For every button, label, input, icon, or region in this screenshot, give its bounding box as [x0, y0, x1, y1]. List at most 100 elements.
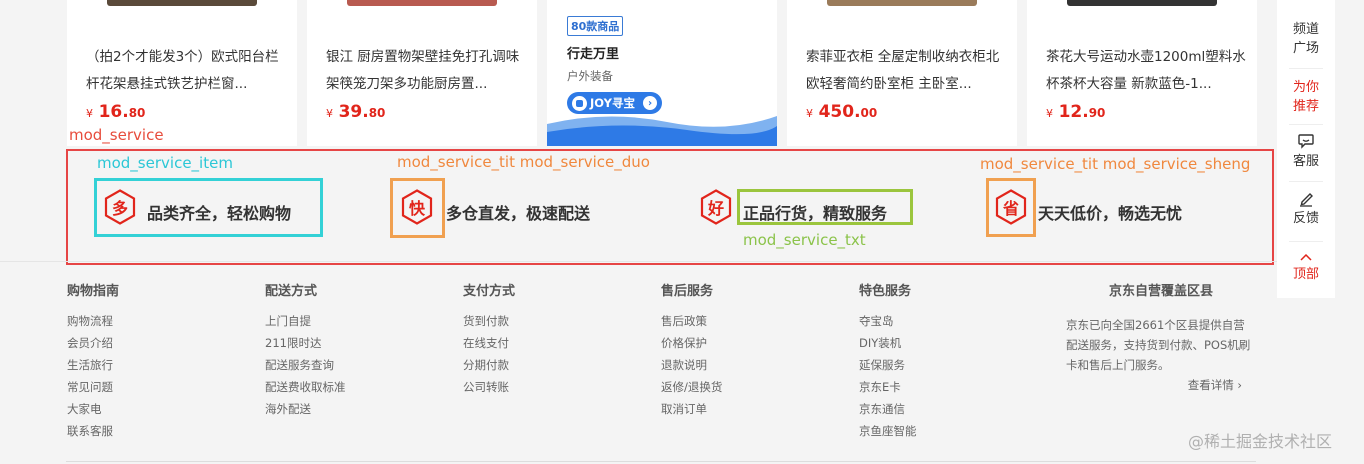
footer-coverage-title: 京东自营覆盖区县 [1108, 284, 1213, 299]
service-icon-duo: 多 [104, 189, 136, 225]
service-text: 天天低价，畅选无忧 [1038, 204, 1183, 223]
product-card-4[interactable]: 茶花大号运动水壶1200ml塑料水杯茶杯大容量 新款蓝色-1... ¥ 12.9… [1027, 0, 1257, 146]
service-icon-sheng: 省 [995, 189, 1027, 225]
price-integer: 12. [1058, 102, 1089, 122]
price-currency: ¥ [326, 107, 333, 120]
product-title[interactable]: 银江 厨房置物架壁挂免打孔调味架筷笼刀架多功能厨房置... [326, 44, 526, 98]
footer-link[interactable]: 京东E卡 [859, 376, 917, 398]
product-image [1067, 0, 1217, 6]
footer-col-title: 配送方式 [265, 284, 318, 299]
footer-link[interactable]: 在线支付 [463, 332, 515, 354]
sidebar-item-label: 推荐 [1292, 99, 1319, 114]
footer-link[interactable]: 京东通信 [859, 398, 917, 420]
product-title[interactable]: 茶花大号运动水壶1200ml塑料水杯茶杯大容量 新款蓝色-1... [1046, 44, 1246, 98]
price-currency: ¥ [86, 107, 93, 120]
price-integer: 450. [818, 102, 861, 122]
footer-link[interactable]: 联系客服 [67, 420, 119, 442]
footer-link[interactable]: 生活旅行 [67, 354, 119, 376]
chat-icon [1298, 134, 1314, 149]
promo-card[interactable]: 80款商品 行走万里 户外装备 JOY寻宝 › [547, 0, 777, 146]
sidebar-item-label: 频道 [1292, 22, 1319, 37]
sidebar-item-customer-service[interactable]: 客服 [1277, 133, 1335, 171]
footer-link[interactable]: 211限时达 [265, 332, 346, 354]
sidebar-item-label: 广场 [1292, 41, 1319, 56]
promo-tag: 80款商品 [567, 16, 624, 36]
service-icon-kuai: 快 [401, 189, 433, 225]
footer-link[interactable]: 分期付款 [463, 354, 515, 376]
chevron-right-icon: › [643, 96, 657, 110]
price-decimal: 80 [128, 106, 146, 120]
price-currency: ¥ [806, 107, 813, 120]
sidebar-item-feedback[interactable]: 反馈 [1277, 190, 1335, 228]
sidebar-divider [1289, 241, 1323, 242]
edit-icon [1300, 193, 1313, 207]
promo-wave-graphic [547, 116, 777, 146]
annotation-mod-service: mod_service [69, 126, 164, 144]
promo-subtitle: 户外装备 [567, 69, 613, 83]
sidebar-item-label: 顶部 [1292, 267, 1319, 282]
footer-col-payment: 支付方式 货到付款 在线支付 分期付款 公司转账 [463, 283, 515, 398]
watermark: @稀土掘金技术社区 [1188, 432, 1333, 451]
service-icon-hao: 好 [700, 189, 732, 225]
footer-link[interactable]: 价格保护 [661, 332, 722, 354]
footer-coverage-more-link[interactable]: 查看详情 › [1066, 375, 1256, 395]
product-title[interactable]: 索菲亚衣柜 全屋定制收纳衣柜北欧轻奢简约卧室柜 主卧室... [806, 44, 1006, 98]
footer-col-title: 售后服务 [661, 284, 714, 299]
sidebar-item-channel-square[interactable]: 频道 广场 [1277, 20, 1335, 58]
footer-col-title: 特色服务 [859, 284, 912, 299]
price-currency: ¥ [1046, 107, 1053, 120]
price-integer: 39. [338, 102, 369, 122]
product-price: ¥ 12.90 [1046, 102, 1105, 122]
footer-divider [0, 261, 1277, 262]
price-integer: 16. [98, 102, 129, 122]
footer-col-title: 购物指南 [67, 284, 120, 299]
service-icon-char: 多 [111, 199, 128, 218]
product-image [827, 0, 977, 6]
service-icon-char: 省 [1002, 199, 1019, 218]
footer-link[interactable]: 售后政策 [661, 310, 722, 332]
product-price: ¥ 39.80 [326, 102, 385, 122]
footer-link[interactable]: 会员介绍 [67, 332, 119, 354]
footer-col-special-services: 特色服务 夺宝岛 DIY装机 延保服务 京东E卡 京东通信 京鱼座智能 [859, 283, 917, 442]
product-card-2[interactable]: 银江 厨房置物架壁挂免打孔调味架筷笼刀架多功能厨房置... ¥ 39.80 [307, 0, 537, 146]
sidebar-divider [1289, 124, 1323, 125]
footer-col-shopping-guide: 购物指南 购物流程 会员介绍 生活旅行 常见问题 大家电 联系客服 [67, 283, 119, 442]
service-icon-char: 快 [408, 199, 425, 218]
price-decimal: 90 [1088, 106, 1106, 120]
service-text: 多仓直发，极速配送 [446, 204, 591, 223]
joy-icon [572, 95, 587, 111]
footer-link[interactable]: 购物流程 [67, 310, 119, 332]
footer-col-title: 支付方式 [463, 284, 516, 299]
sidebar-item-recommend[interactable]: 为你 推荐 [1277, 78, 1335, 116]
footer-link[interactable]: 延保服务 [859, 354, 917, 376]
chevron-up-icon [1300, 253, 1312, 261]
footer-coverage: 京东自营覆盖区县 京东已向全国2661个区县提供自营配送服务，支持货到付款、PO… [1066, 283, 1256, 395]
footer-link[interactable]: 配送费收取标准 [265, 376, 346, 398]
footer-link[interactable]: 配送服务查询 [265, 354, 346, 376]
footer-link[interactable]: 大家电 [67, 398, 119, 420]
product-card-3[interactable]: 索菲亚衣柜 全屋定制收纳衣柜北欧轻奢简约卧室柜 主卧室... ¥ 450.00 [787, 0, 1017, 146]
footer-link[interactable]: 京鱼座智能 [859, 420, 917, 442]
product-image [107, 0, 257, 6]
service-text: 品类齐全，轻松购物 [147, 204, 292, 223]
service-text: 正品行货，精致服务 [743, 204, 888, 223]
product-title[interactable]: （拍2个才能发3个）欧式阳台栏杆花架悬挂式铁艺护栏窗... [86, 44, 286, 98]
right-sidebar: 频道 广场 为你 推荐 客服 反馈 顶部 [1277, 0, 1335, 298]
footer-link[interactable]: 常见问题 [67, 376, 119, 398]
sidebar-item-label: 为你 [1292, 80, 1319, 95]
footer-link[interactable]: 货到付款 [463, 310, 515, 332]
product-image [347, 0, 497, 6]
footer-link[interactable]: 退款说明 [661, 354, 722, 376]
footer-link[interactable]: 夺宝岛 [859, 310, 917, 332]
footer-col-after-sales: 售后服务 售后政策 价格保护 退款说明 返修/退换货 取消订单 [661, 283, 722, 420]
sidebar-item-back-to-top[interactable]: 顶部 [1277, 251, 1335, 284]
sidebar-divider [1289, 68, 1323, 69]
footer-link[interactable]: 上门自提 [265, 310, 346, 332]
footer-link[interactable]: 公司转账 [463, 376, 515, 398]
footer-link[interactable]: 取消订单 [661, 398, 722, 420]
product-card-1[interactable]: （拍2个才能发3个）欧式阳台栏杆花架悬挂式铁艺护栏窗... ¥ 16.80 [67, 0, 297, 146]
footer-link[interactable]: 返修/退换货 [661, 376, 722, 398]
footer-link[interactable]: 海外配送 [265, 398, 346, 420]
footer-link[interactable]: DIY装机 [859, 332, 917, 354]
service-icon-char: 好 [707, 199, 724, 218]
